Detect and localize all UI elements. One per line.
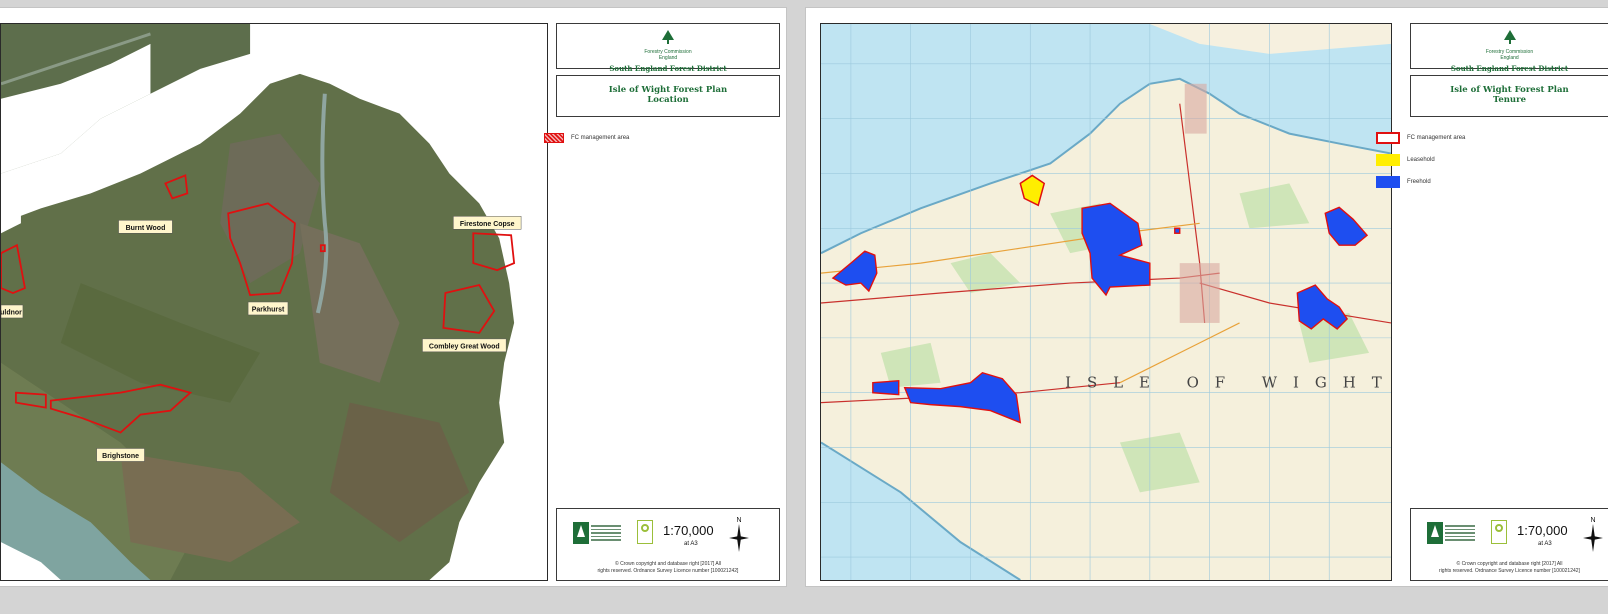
- district-logo-box: Forestry Commission England South Englan…: [1410, 23, 1608, 73]
- label-brighstone: Brighstone: [102, 453, 139, 460]
- district-name: South England Forest District: [1450, 64, 1569, 73]
- freehold-brighstone-west[interactable]: [872, 379, 900, 396]
- legend-swatch-blue: [1376, 176, 1400, 188]
- os-map[interactable]: ISLE OF WIGHT: [820, 23, 1392, 581]
- legend-leasehold: Leasehold: [1376, 154, 1435, 166]
- legend-label: Freehold: [1407, 179, 1431, 185]
- label-parkhurst: Parkhurst: [252, 306, 285, 313]
- map-scale: 1:70,000: [1517, 523, 1568, 538]
- legend-swatch-red-outline: [1376, 132, 1400, 144]
- map-footer: 1:70,000 at A3 N © Crown copyright and d…: [1410, 508, 1608, 581]
- fc-org-sub: England: [1500, 55, 1519, 61]
- tenure-map-sheet: ISLE OF WIGHT Forestry Commission Englan…: [806, 8, 1608, 586]
- certification-icon: [637, 520, 653, 544]
- map-scale-sub: at A3: [684, 541, 698, 547]
- forestry-commission-logo: [1427, 518, 1481, 548]
- label-burnt-wood: Burnt Wood: [126, 225, 166, 232]
- copyright-notice: © Crown copyright and database right [20…: [597, 561, 739, 574]
- legend-label: FC management area: [571, 135, 630, 141]
- label-shalfleet: uldnor: [1, 309, 22, 316]
- tree-icon: [1503, 30, 1516, 44]
- legend-label: Leasehold: [1407, 157, 1435, 163]
- aerial-map[interactable]: Burnt Wood Firestone Copse Parkhurst Com…: [0, 23, 548, 581]
- fc-org-sub: England: [658, 55, 678, 61]
- district-logo-box: Forestry Commission England South Englan…: [556, 23, 780, 73]
- plan-title-main: Isle of Wight Forest Plan: [608, 85, 728, 95]
- north-arrow-icon: N: [729, 517, 749, 552]
- legend-freehold: Freehold: [1376, 176, 1431, 188]
- plan-title-box: Isle of Wight Forest Plan Location: [556, 75, 780, 117]
- map-island-name: ISLE OF WIGHT: [1065, 374, 1391, 392]
- plan-title-box: Isle of Wight Forest Plan Tenure: [1410, 75, 1608, 117]
- map-scale-sub: at A3: [1538, 541, 1552, 547]
- plan-title-sub: Tenure: [1492, 95, 1526, 105]
- legend-swatch-red-hatch: [544, 133, 564, 143]
- plan-title-main: Isle of Wight Forest Plan: [1450, 85, 1569, 95]
- legend-label: FC management area: [1407, 135, 1466, 141]
- district-name: South England Forest District: [609, 64, 727, 73]
- map-scale: 1:70,000: [663, 523, 714, 538]
- tree-icon: [662, 30, 674, 44]
- certification-icon: [1491, 520, 1507, 544]
- plan-title-sub: Location: [647, 95, 689, 105]
- north-arrow-icon: N: [1583, 517, 1603, 552]
- legend-swatch-yellow: [1376, 154, 1400, 166]
- label-firestone-copse: Firestone Copse: [460, 221, 515, 228]
- label-combley-great-wood: Combley Great Wood: [429, 343, 500, 350]
- forestry-commission-logo: [573, 518, 627, 548]
- location-map-sheet: Burnt Wood Firestone Copse Parkhurst Com…: [0, 8, 786, 586]
- map-footer: 1:70,000 at A3 N © Crown copyright and d…: [556, 508, 780, 581]
- copyright-notice: © Crown copyright and database right [20…: [1439, 561, 1580, 574]
- north-label: N: [1590, 517, 1595, 524]
- legend-fc-management: FC management area: [544, 133, 629, 143]
- legend-fc-management: FC management area: [1376, 132, 1465, 144]
- north-label: N: [736, 517, 741, 524]
